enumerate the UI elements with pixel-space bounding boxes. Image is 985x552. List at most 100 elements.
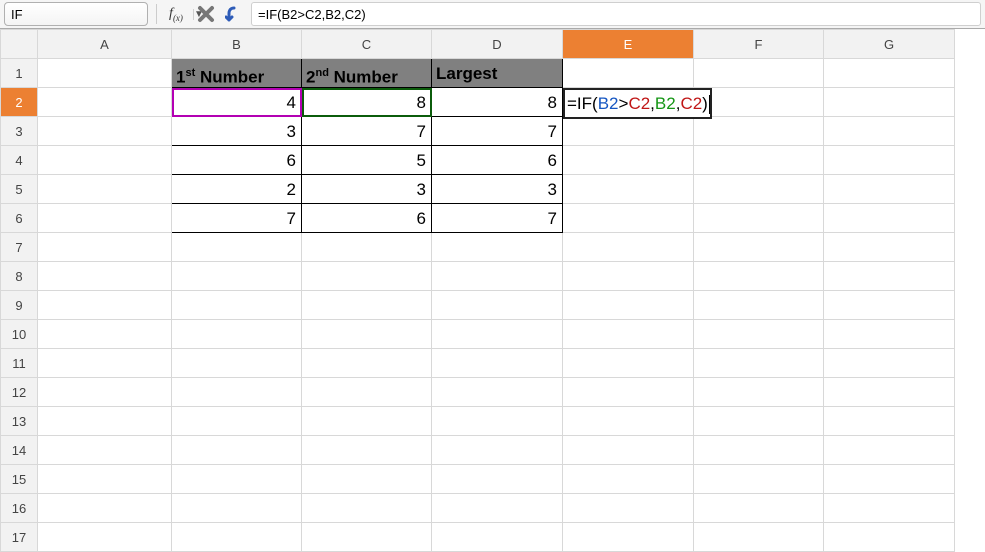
cell-G2[interactable] [824, 88, 955, 117]
cell-F5[interactable] [694, 175, 824, 204]
col-header-E[interactable]: E [563, 30, 694, 59]
cell-B9[interactable] [172, 291, 302, 320]
cell-A11[interactable] [38, 349, 172, 378]
cell-F16[interactable] [694, 494, 824, 523]
cell-B6[interactable]: 7 [172, 204, 302, 233]
cell-G3[interactable] [824, 117, 955, 146]
name-box[interactable]: ▼ [4, 2, 148, 26]
cell-B15[interactable] [172, 465, 302, 494]
cell-E15[interactable] [563, 465, 694, 494]
cell-C4[interactable]: 5 [302, 146, 432, 175]
cell-D8[interactable] [432, 262, 563, 291]
cell-E14[interactable] [563, 436, 694, 465]
cell-D11[interactable] [432, 349, 563, 378]
cell-B3[interactable]: 3 [172, 117, 302, 146]
row-header-14[interactable]: 14 [1, 436, 38, 465]
cell-B2[interactable]: 4 [172, 88, 302, 117]
cell-D7[interactable] [432, 233, 563, 262]
cell-A7[interactable] [38, 233, 172, 262]
accept-icon[interactable] [221, 5, 251, 23]
cell-D5[interactable]: 3 [432, 175, 563, 204]
col-header-D[interactable]: D [432, 30, 563, 59]
cell-D16[interactable] [432, 494, 563, 523]
cell-A2[interactable] [38, 88, 172, 117]
cell-D2[interactable]: 8 [432, 88, 563, 117]
cell-D6[interactable]: 7 [432, 204, 563, 233]
cell-A3[interactable] [38, 117, 172, 146]
cell-F12[interactable] [694, 378, 824, 407]
cell-C5[interactable]: 3 [302, 175, 432, 204]
row-header-6[interactable]: 6 [1, 204, 38, 233]
cell-G11[interactable] [824, 349, 955, 378]
cell-F4[interactable] [694, 146, 824, 175]
cell-F8[interactable] [694, 262, 824, 291]
row-header-8[interactable]: 8 [1, 262, 38, 291]
cell-G4[interactable] [824, 146, 955, 175]
formula-input[interactable] [251, 2, 981, 26]
cell-E6[interactable] [563, 204, 694, 233]
cell-E8[interactable] [563, 262, 694, 291]
cell-C3[interactable]: 7 [302, 117, 432, 146]
cell-A5[interactable] [38, 175, 172, 204]
cell-A12[interactable] [38, 378, 172, 407]
cell-A10[interactable] [38, 320, 172, 349]
cell-F6[interactable] [694, 204, 824, 233]
cell-E12[interactable] [563, 378, 694, 407]
col-header-B[interactable]: B [172, 30, 302, 59]
cell-F10[interactable] [694, 320, 824, 349]
cell-B14[interactable] [172, 436, 302, 465]
cell-G5[interactable] [824, 175, 955, 204]
cell-D13[interactable] [432, 407, 563, 436]
cell-D3[interactable]: 7 [432, 117, 563, 146]
cell-B16[interactable] [172, 494, 302, 523]
cell-A16[interactable] [38, 494, 172, 523]
cell-E1[interactable] [563, 59, 694, 88]
cell-G14[interactable] [824, 436, 955, 465]
cell-C2[interactable]: 8 [302, 88, 432, 117]
cell-E17[interactable] [563, 523, 694, 552]
cell-A15[interactable] [38, 465, 172, 494]
cell-A8[interactable] [38, 262, 172, 291]
cell-F9[interactable] [694, 291, 824, 320]
col-header-A[interactable]: A [38, 30, 172, 59]
cell-B8[interactable] [172, 262, 302, 291]
cell-F13[interactable] [694, 407, 824, 436]
cell-C8[interactable] [302, 262, 432, 291]
cell-G16[interactable] [824, 494, 955, 523]
cell-F14[interactable] [694, 436, 824, 465]
cell-D4[interactable]: 6 [432, 146, 563, 175]
cell-B11[interactable] [172, 349, 302, 378]
cell-F7[interactable] [694, 233, 824, 262]
cell-F1[interactable] [694, 59, 824, 88]
col-header-F[interactable]: F [694, 30, 824, 59]
cell-A14[interactable] [38, 436, 172, 465]
cell-G10[interactable] [824, 320, 955, 349]
cell-G7[interactable] [824, 233, 955, 262]
col-header-G[interactable]: G [824, 30, 955, 59]
cell-G9[interactable] [824, 291, 955, 320]
cell-G17[interactable] [824, 523, 955, 552]
row-header-2[interactable]: 2 [1, 88, 38, 117]
cell-C1[interactable]: 2nd Number [302, 59, 432, 88]
cell-G12[interactable] [824, 378, 955, 407]
cell-C14[interactable] [302, 436, 432, 465]
cell-D14[interactable] [432, 436, 563, 465]
cell-E10[interactable] [563, 320, 694, 349]
cell-A4[interactable] [38, 146, 172, 175]
cell-A9[interactable] [38, 291, 172, 320]
row-header-13[interactable]: 13 [1, 407, 38, 436]
cell-G13[interactable] [824, 407, 955, 436]
cell-A17[interactable] [38, 523, 172, 552]
cell-E3[interactable] [563, 117, 694, 146]
row-header-12[interactable]: 12 [1, 378, 38, 407]
cell-E7[interactable] [563, 233, 694, 262]
row-header-15[interactable]: 15 [1, 465, 38, 494]
cell-E4[interactable] [563, 146, 694, 175]
cell-D9[interactable] [432, 291, 563, 320]
cell-E11[interactable] [563, 349, 694, 378]
function-wizard-button[interactable]: f(x) [161, 6, 191, 23]
spreadsheet-grid[interactable]: A B C D E F G 1 1st Number 2nd Number La… [0, 29, 985, 552]
cell-B5[interactable]: 2 [172, 175, 302, 204]
cell-B10[interactable] [172, 320, 302, 349]
cell-C15[interactable] [302, 465, 432, 494]
